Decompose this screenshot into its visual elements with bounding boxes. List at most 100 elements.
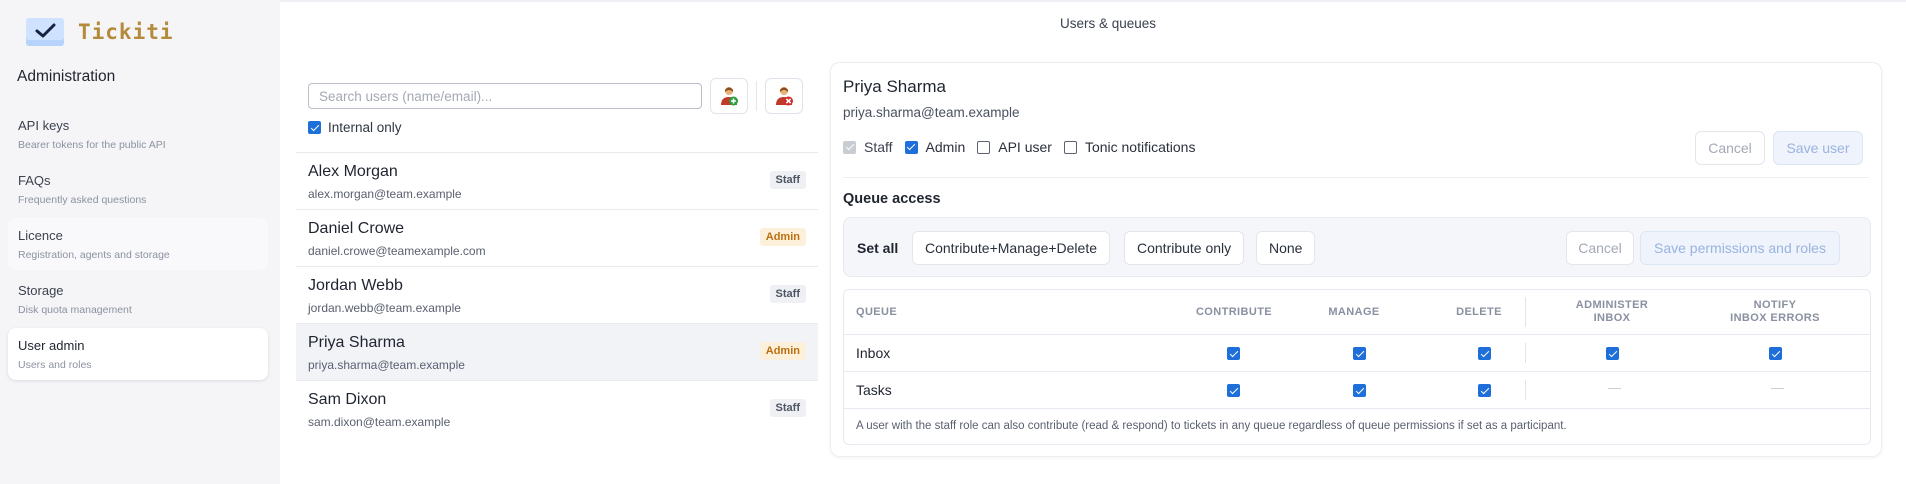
sidebar-item-licence[interactable]: Licence Registration, agents and storage xyxy=(8,218,268,270)
tonic-notifications-checkbox[interactable] xyxy=(1063,140,1077,154)
role-label: Tonic notifications xyxy=(1084,139,1196,155)
user-name: Sam Dixon xyxy=(308,391,387,408)
role-label: Admin xyxy=(925,139,966,155)
detail-user-email: priya.sharma@team.example xyxy=(843,105,1020,120)
user-name: Priya Sharma xyxy=(308,334,405,351)
role-badge: Staff xyxy=(769,399,806,417)
sidebar-item-desc: Disk quota management xyxy=(18,304,132,316)
column-header-delete: DELETE xyxy=(1456,305,1502,318)
inbox-manage-checkbox[interactable] xyxy=(1353,347,1366,360)
page-title: Users & queues xyxy=(1059,15,1157,31)
column-header-queue: QUEUE xyxy=(856,305,898,318)
role-label: API user xyxy=(998,139,1052,155)
inbox-delete-checkbox[interactable] xyxy=(1478,347,1491,360)
sidebar-item-storage[interactable]: Storage Disk quota management xyxy=(8,273,268,325)
preset-contribute-only-button[interactable]: Contribute only xyxy=(1124,231,1245,265)
sidebar: Tickiti Administration API keys Bearer t… xyxy=(0,0,280,484)
user-row-jordan-webb[interactable]: Jordan Webb jordan.webb@team.example Sta… xyxy=(296,267,818,324)
queue-access-title: Queue access xyxy=(843,191,941,207)
user-email: priya.sharma@team.example xyxy=(308,358,465,372)
add-user-icon xyxy=(721,87,738,106)
user-name: Jordan Webb xyxy=(308,277,403,294)
internal-only-checkbox[interactable] xyxy=(308,121,321,134)
table-row-inbox: Inbox xyxy=(844,334,1870,371)
tasks-delete-checkbox[interactable] xyxy=(1478,384,1491,397)
internal-only-label: Internal only xyxy=(328,120,402,135)
role-api-user[interactable]: API user xyxy=(977,139,1052,155)
staff-checkbox xyxy=(843,140,856,154)
search-row xyxy=(308,78,803,114)
brand[interactable]: Tickiti xyxy=(26,18,174,46)
column-divider xyxy=(1525,380,1526,400)
internal-only-toggle[interactable]: Internal only xyxy=(308,120,402,135)
sidebar-item-api-keys[interactable]: API keys Bearer tokens for the public AP… xyxy=(8,108,268,160)
sidebar-item-user-admin[interactable]: User admin Users and roles xyxy=(8,328,268,380)
sidebar-item-label: FAQs xyxy=(18,173,51,188)
user-email: alex.morgan@team.example xyxy=(308,187,462,201)
topbar: Users & queues xyxy=(280,0,1906,44)
user-email: jordan.webb@team.example xyxy=(308,301,461,315)
sidebar-item-desc: Frequently asked questions xyxy=(18,194,147,206)
user-row-sam-dixon[interactable]: Sam Dixon sam.dixon@team.example Staff xyxy=(296,381,818,438)
save-permissions-button[interactable]: Save permissions and roles xyxy=(1640,231,1840,265)
sidebar-item-faqs[interactable]: FAQs Frequently asked questions xyxy=(8,163,268,215)
header-line: INBOX xyxy=(1593,312,1631,324)
role-badge: Admin xyxy=(759,342,806,360)
user-row-priya-sharma[interactable]: Priya Sharma priya.sharma@team.example A… xyxy=(296,324,818,381)
role-staff: Staff xyxy=(843,139,893,155)
tasks-contribute-checkbox[interactable] xyxy=(1227,384,1240,397)
cancel-user-button[interactable]: Cancel xyxy=(1695,131,1765,165)
sidebar-item-desc: Registration, agents and storage xyxy=(18,249,170,261)
inbox-contribute-checkbox[interactable] xyxy=(1227,347,1240,360)
brand-name: Tickiti xyxy=(78,20,174,44)
users-panel: Internal only Alex Morgan alex.morgan@te… xyxy=(296,64,818,434)
user-name: Alex Morgan xyxy=(308,163,398,180)
save-user-button[interactable]: Save user xyxy=(1773,131,1863,165)
column-divider xyxy=(1525,297,1526,327)
user-row-daniel-crowe[interactable]: Daniel Crowe daniel.crowe@teamexample.co… xyxy=(296,210,818,267)
role-label: Staff xyxy=(864,139,893,155)
column-header-administer-inbox: ADMINISTER INBOX xyxy=(1562,290,1662,334)
remove-user-icon xyxy=(776,87,793,106)
set-all-label: Set all xyxy=(857,240,899,256)
search-input[interactable] xyxy=(308,83,702,109)
not-applicable-dash: — xyxy=(1771,380,1784,395)
role-admin[interactable]: Admin xyxy=(904,139,966,155)
staff-contribution-note: A user with the staff role can also cont… xyxy=(856,420,1567,432)
user-row-alex-morgan[interactable]: Alex Morgan alex.morgan@team.example Sta… xyxy=(296,153,818,210)
sidebar-item-desc: Users and roles xyxy=(18,359,92,371)
tasks-manage-checkbox[interactable] xyxy=(1353,384,1366,397)
inbox-notify-errors-checkbox[interactable] xyxy=(1769,347,1782,360)
role-tonic-notifications[interactable]: Tonic notifications xyxy=(1063,139,1196,155)
column-divider xyxy=(1525,343,1526,363)
add-user-button[interactable] xyxy=(710,78,748,114)
sidebar-item-label: API keys xyxy=(18,118,70,133)
queue-name: Inbox xyxy=(856,345,891,361)
role-badge: Staff xyxy=(769,171,806,189)
inbox-administer-checkbox[interactable] xyxy=(1606,347,1619,360)
section-title: Administration xyxy=(17,68,116,85)
remove-user-button[interactable] xyxy=(765,78,803,114)
column-header-manage: MANAGE xyxy=(1328,305,1380,318)
column-header-contribute: CONTRIBUTE xyxy=(1195,305,1273,318)
not-applicable-dash: — xyxy=(1608,380,1621,395)
cancel-permissions-button[interactable]: Cancel xyxy=(1566,231,1634,265)
queue-name: Tasks xyxy=(856,382,892,398)
sidebar-item-desc: Bearer tokens for the public API xyxy=(18,139,166,151)
header-line: INBOX ERRORS xyxy=(1730,312,1820,324)
preset-none-button[interactable]: None xyxy=(1256,231,1316,265)
table-footnote-row: A user with the staff role can also cont… xyxy=(844,408,1870,445)
roles-row: Staff Admin API user Tonic notifications xyxy=(843,139,1207,155)
user-email: daniel.crowe@teamexample.com xyxy=(308,244,486,258)
ticket-check-logo-icon xyxy=(26,18,64,46)
sidebar-item-label: User admin xyxy=(18,338,85,353)
user-email: sam.dixon@team.example xyxy=(308,415,451,429)
admin-checkbox[interactable] xyxy=(904,140,918,154)
admin-nav: API keys Bearer tokens for the public AP… xyxy=(8,108,268,383)
api-user-checkbox[interactable] xyxy=(977,140,991,154)
preset-contribute-manage-delete-button[interactable]: Contribute+Manage+Delete xyxy=(912,231,1111,265)
detail-user-name: Priya Sharma xyxy=(843,77,946,96)
header-line: ADMINISTER xyxy=(1575,299,1649,311)
toolbar-separator xyxy=(756,81,757,111)
role-badge: Staff xyxy=(769,285,806,303)
